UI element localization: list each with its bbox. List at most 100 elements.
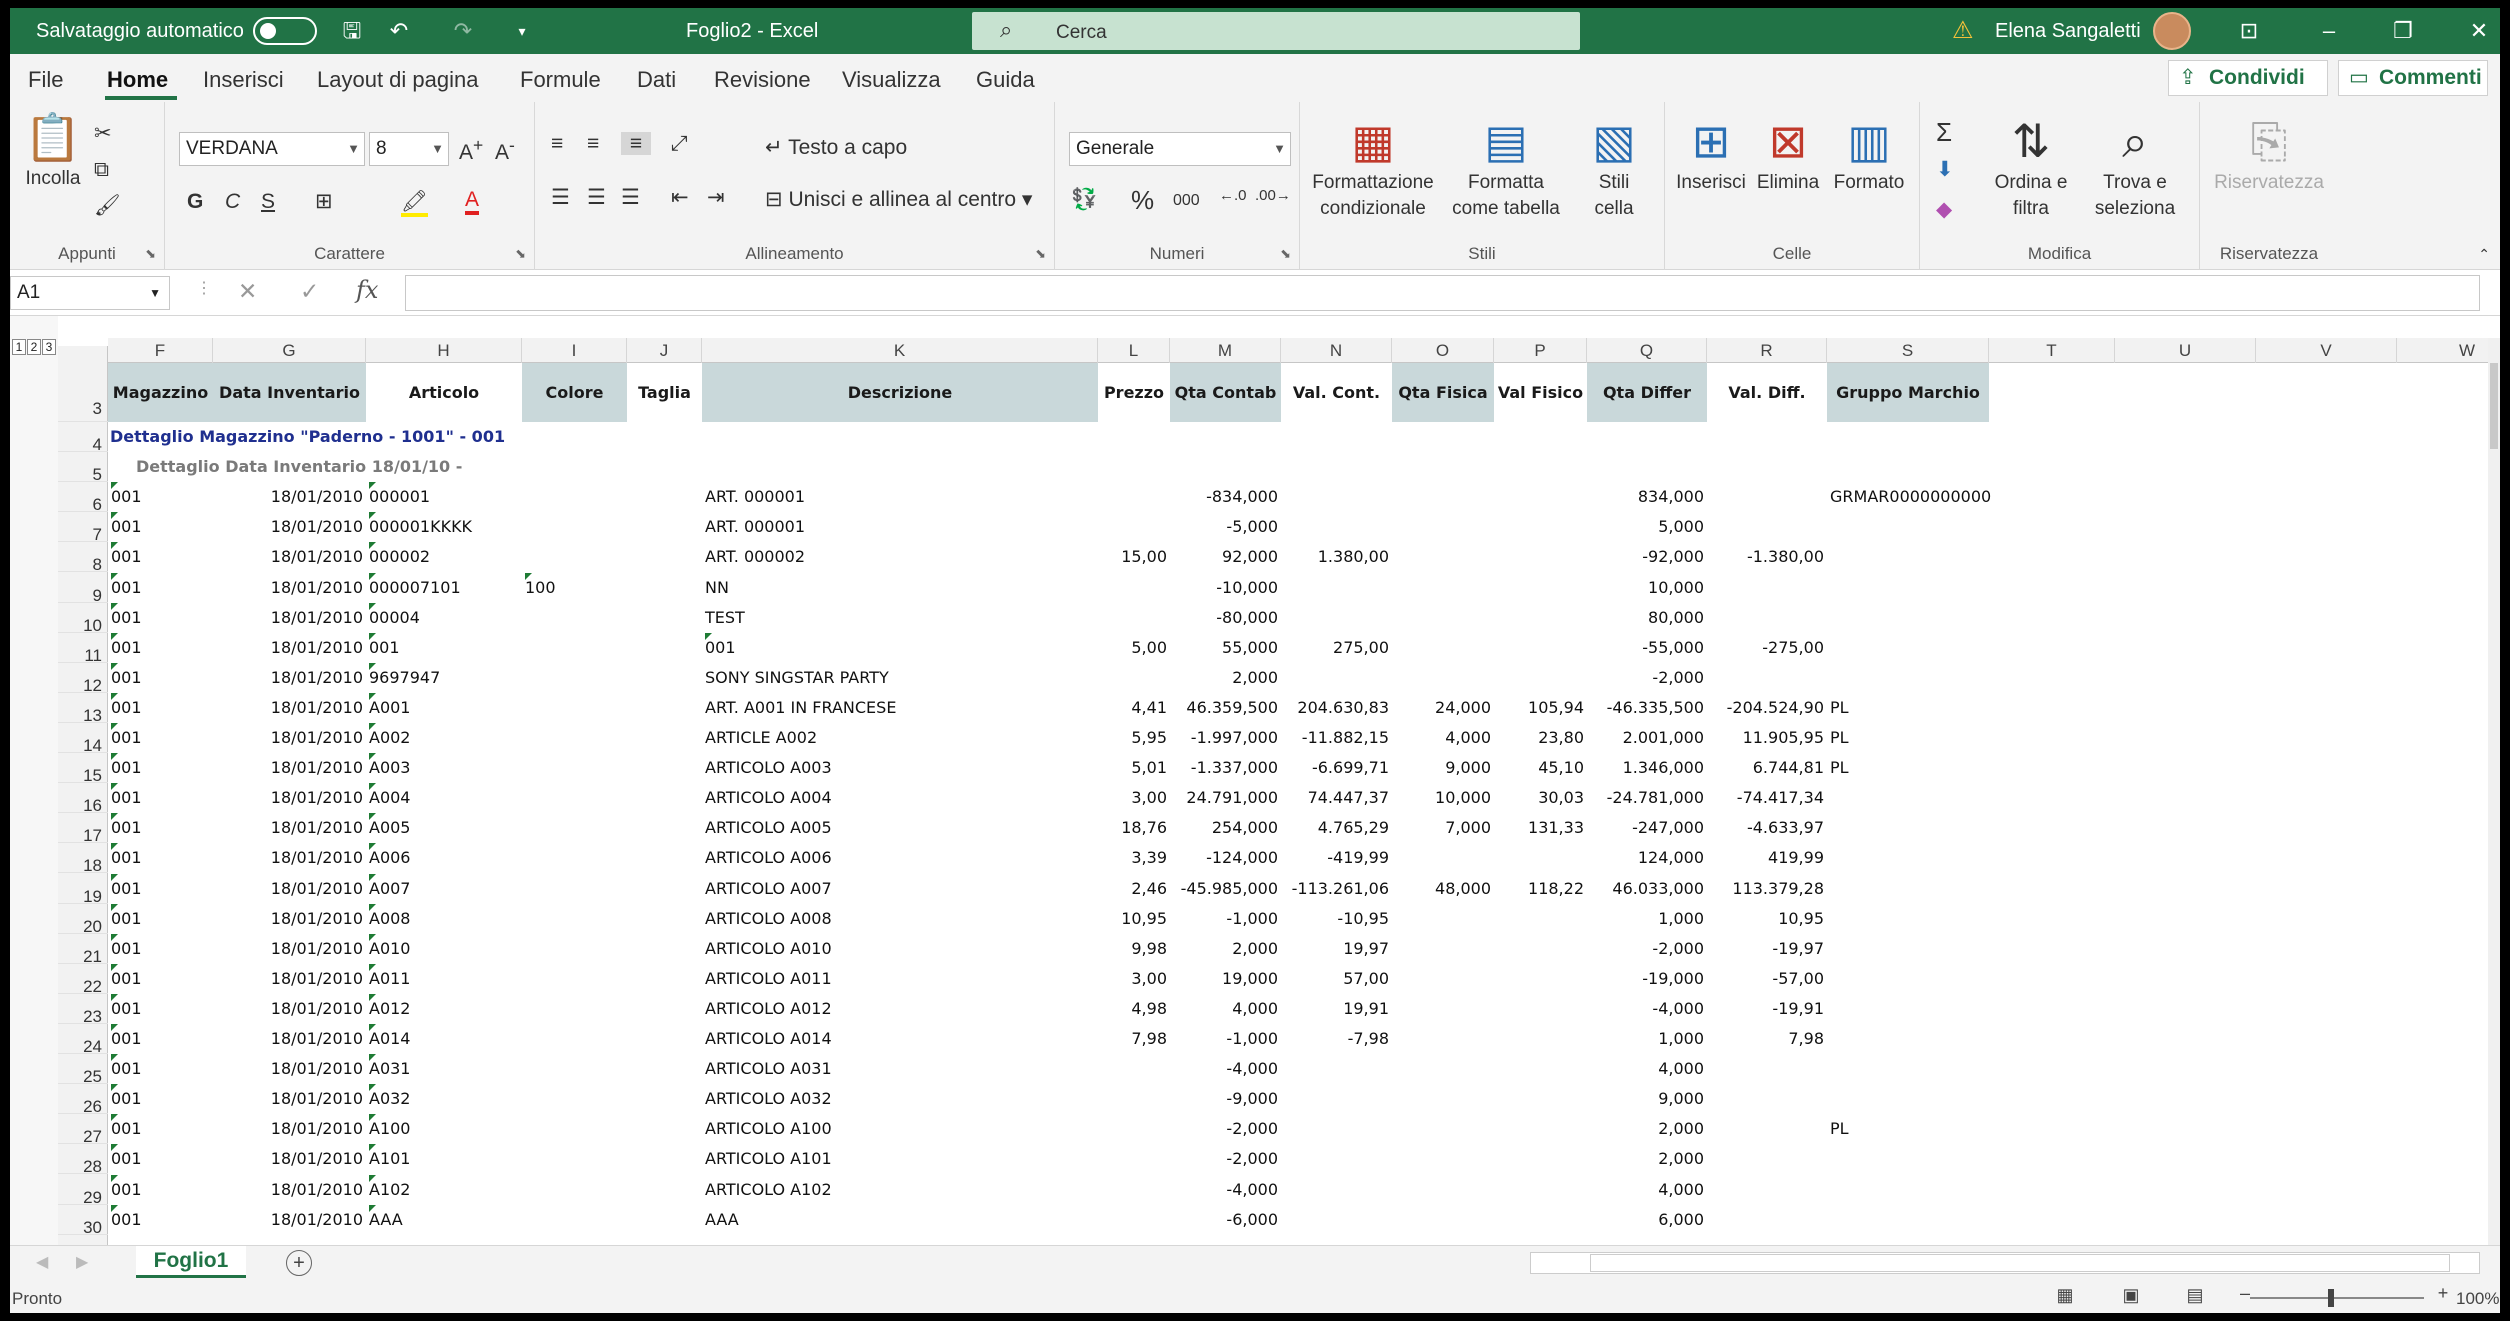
cell-m[interactable]: 24.791,000 <box>1170 783 1281 813</box>
dialog-launcher-icon[interactable]: ⬊ <box>515 246 526 262</box>
ribbon-display-icon[interactable]: ⊡ <box>2226 14 2272 48</box>
cell-r[interactable]: 11.905,95 <box>1707 723 1827 753</box>
increase-indent-icon[interactable]: ⇥ <box>707 186 725 209</box>
cell-f[interactable]: 001 <box>111 1204 142 1235</box>
paste-button[interactable]: 📋 Incolla <box>18 108 88 192</box>
row-header[interactable]: 18 <box>58 843 108 875</box>
cell-k[interactable]: ARTICOLO A006 <box>705 843 832 873</box>
cell-q[interactable]: -55,000 <box>1587 633 1707 663</box>
column-header-f[interactable]: F <box>108 338 213 363</box>
cell-l[interactable]: 5,01 <box>1098 753 1170 783</box>
insert-cells-button[interactable]: ⊞ Inserisci <box>1671 112 1751 196</box>
bold-button[interactable]: G <box>187 190 203 213</box>
cell-r[interactable]: -204.524,90 <box>1707 693 1827 723</box>
cell-m[interactable]: 4,000 <box>1170 994 1281 1024</box>
cell-f[interactable]: 001 <box>111 783 142 813</box>
cell-k[interactable]: ARTICOLO A100 <box>705 1114 832 1144</box>
clear-icon[interactable]: ◆ <box>1936 198 1952 221</box>
cell-f[interactable]: 001 <box>111 993 142 1024</box>
cell-q[interactable]: -92,000 <box>1587 542 1707 572</box>
header-cell-r[interactable]: Val. Diff. <box>1707 363 1827 422</box>
row-header[interactable]: 8 <box>58 542 108 574</box>
cell-f[interactable]: 001 <box>111 933 142 964</box>
column-header-j[interactable]: J <box>627 338 702 363</box>
cell-r[interactable]: -57,00 <box>1707 964 1827 994</box>
merge-center-button[interactable]: ⊟ Unisci e allinea al centro ▾ <box>765 188 1032 211</box>
cell-k[interactable]: AAA <box>705 1205 739 1235</box>
cell-h[interactable]: A032 <box>369 1084 410 1114</box>
cell-k[interactable]: SONY SINGSTAR PARTY <box>705 663 889 693</box>
cell-r[interactable]: 7,98 <box>1707 1024 1827 1054</box>
cut-icon[interactable]: ✂ <box>94 122 112 145</box>
cell-g[interactable]: 18/01/2010 <box>213 573 366 603</box>
cell-q[interactable]: 2,000 <box>1587 1144 1707 1174</box>
zoom-slider-thumb[interactable] <box>2328 1289 2334 1307</box>
cell-g[interactable]: 18/01/2010 <box>213 874 366 904</box>
subgroup-header-row[interactable]: Dettaglio Data Inventario 18/01/10 - <box>136 452 462 482</box>
cell-s[interactable]: PL <box>1830 1114 1849 1144</box>
sort-filter-button[interactable]: ⇅ Ordina e filtra <box>1988 112 2074 222</box>
cell-o[interactable]: 7,000 <box>1392 813 1494 843</box>
cell-m[interactable]: 2,000 <box>1170 663 1281 693</box>
cell-k[interactable]: ARTICOLO A007 <box>705 874 832 904</box>
dialog-launcher-icon[interactable]: ⬊ <box>145 246 156 262</box>
row-header[interactable]: 24 <box>58 1024 108 1056</box>
cell-k[interactable]: ARTICOLO A101 <box>705 1144 832 1174</box>
header-cell-i[interactable]: Colore <box>522 363 627 422</box>
cell-m[interactable]: -4,000 <box>1170 1175 1281 1205</box>
dialog-launcher-icon[interactable]: ⬊ <box>1280 246 1291 262</box>
cell-q[interactable]: 2,000 <box>1587 1114 1707 1144</box>
cell-q[interactable]: -19,000 <box>1587 964 1707 994</box>
header-cell-o[interactable]: Qta Fisica <box>1392 363 1494 422</box>
column-header-n[interactable]: N <box>1281 338 1392 363</box>
header-cell-g[interactable]: Data Inventario <box>213 363 366 422</box>
cell-m[interactable]: -1.997,000 <box>1170 723 1281 753</box>
cell-f[interactable]: 001 <box>111 1084 142 1114</box>
cell-k[interactable]: ARTICOLO A003 <box>705 753 832 783</box>
cell-q[interactable]: 46.033,000 <box>1587 874 1707 904</box>
cell-r[interactable]: -275,00 <box>1707 633 1827 663</box>
cell-m[interactable]: -834,000 <box>1170 482 1281 512</box>
cell-m[interactable]: -10,000 <box>1170 573 1281 603</box>
cell-h[interactable]: A012 <box>369 993 410 1024</box>
cell-q[interactable]: 124,000 <box>1587 843 1707 873</box>
column-header-s[interactable]: S <box>1827 338 1989 363</box>
cell-f[interactable]: 001 <box>111 632 142 663</box>
cell-f[interactable]: 001 <box>111 512 142 542</box>
cell-h[interactable]: A010 <box>369 933 410 964</box>
row-header[interactable]: 19 <box>58 874 108 906</box>
row-header[interactable]: 26 <box>58 1084 108 1116</box>
zoom-level[interactable]: 100% <box>2456 1289 2499 1309</box>
cell-h[interactable]: A011 <box>369 963 410 994</box>
cell-r[interactable]: -74.417,34 <box>1707 783 1827 813</box>
normal-view-icon[interactable]: ▦ <box>2050 1285 2080 1309</box>
cell-n[interactable]: -113.261,06 <box>1281 874 1392 904</box>
column-header-h[interactable]: H <box>366 338 522 363</box>
user-name[interactable]: Elena Sangaletti <box>1995 20 2141 43</box>
page-layout-view-icon[interactable]: ▣ <box>2116 1285 2146 1309</box>
currency-icon[interactable]: 💱 <box>1071 188 1097 211</box>
row-header[interactable]: 30 <box>58 1205 108 1237</box>
cell-g[interactable]: 18/01/2010 <box>213 663 366 693</box>
row-header[interactable]: 20 <box>58 904 108 936</box>
outline-level-button[interactable]: 3 <box>42 339 56 355</box>
column-header-m[interactable]: M <box>1170 338 1281 363</box>
column-header-v[interactable]: V <box>2256 338 2397 363</box>
wrap-text-button[interactable]: ↵ Testo a capo <box>765 136 907 159</box>
cell-o[interactable]: 48,000 <box>1392 874 1494 904</box>
find-select-button[interactable]: ⌕ Trova e seleziona <box>2080 112 2190 222</box>
cell-m[interactable]: -124,000 <box>1170 843 1281 873</box>
zoom-out-icon[interactable]: – <box>2230 1283 2260 1307</box>
align-right-icon[interactable]: ☰ <box>621 186 640 209</box>
cell-l[interactable]: 5,00 <box>1098 633 1170 663</box>
borders-icon[interactable]: ⊞ <box>315 190 333 213</box>
cell-g[interactable]: 18/01/2010 <box>213 753 366 783</box>
tab-home[interactable]: Home <box>107 67 168 93</box>
column-header-r[interactable]: R <box>1707 338 1827 363</box>
thousands-button[interactable]: 000 <box>1173 192 1200 210</box>
format-cells-button[interactable]: ▥ Formato <box>1829 112 1909 196</box>
row-header[interactable]: 29 <box>58 1175 108 1207</box>
group-header-row[interactable]: Dettaglio Magazzino "Paderno - 1001" - 0… <box>110 422 505 452</box>
row-header[interactable]: 27 <box>58 1114 108 1146</box>
cell-k[interactable]: ARTICOLO A102 <box>705 1175 832 1205</box>
